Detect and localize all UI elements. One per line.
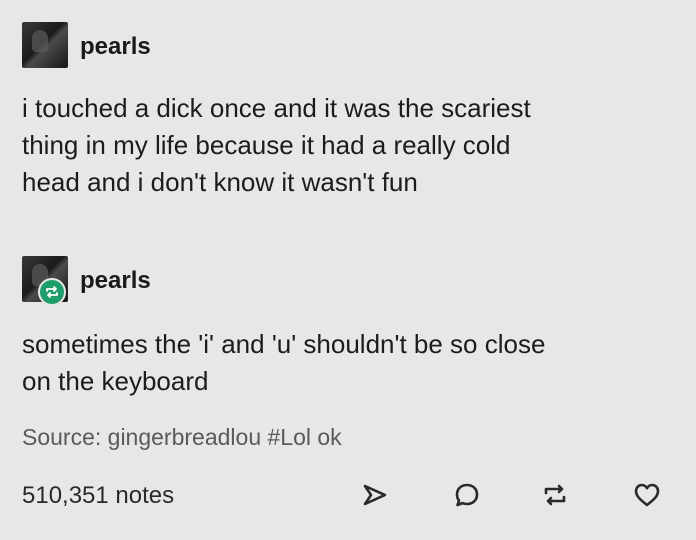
tag[interactable]: #Lol ok (268, 424, 342, 450)
username[interactable]: pearls (80, 33, 151, 61)
username[interactable]: pearls (80, 267, 151, 295)
reblog-button[interactable] (538, 478, 572, 512)
heart-icon (634, 483, 660, 507)
avatar[interactable] (22, 22, 68, 68)
source-name[interactable]: gingerbreadlou (108, 424, 261, 450)
like-button[interactable] (630, 478, 664, 512)
notes-count[interactable]: 510,351 notes (22, 482, 174, 510)
send-icon (363, 484, 387, 506)
post-text: i touched a dick once and it was the sca… (22, 93, 531, 197)
reply-button[interactable] (450, 478, 484, 512)
source-label: Source: (22, 424, 102, 450)
reblog-badge-icon (38, 278, 66, 306)
share-button[interactable] (358, 478, 392, 512)
comment-icon (455, 483, 479, 507)
reply-text: sometimes the 'i' and 'u' shouldn't be s… (22, 329, 546, 396)
source-line: Source: gingerbreadlou #Lol ok (22, 424, 342, 451)
reblog-icon (544, 484, 566, 506)
